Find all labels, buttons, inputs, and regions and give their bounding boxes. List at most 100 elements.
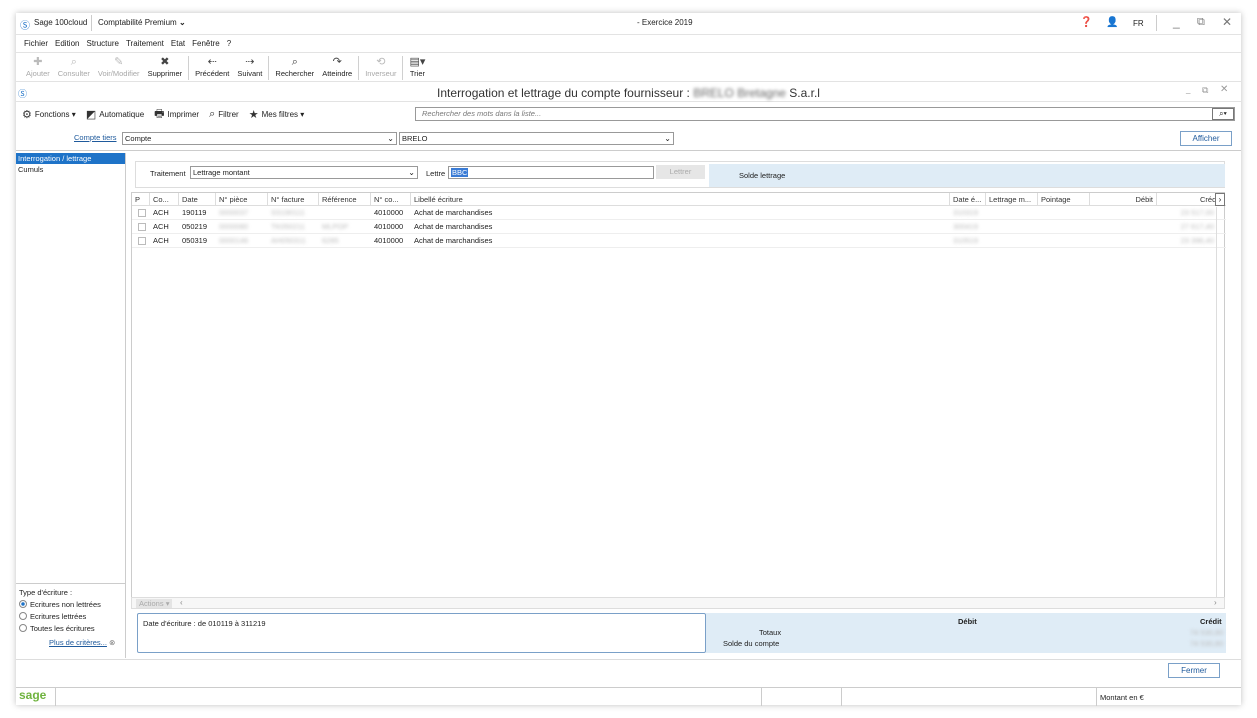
status-bar: sage Montant en €: [16, 687, 1241, 706]
search-icon: ⌕: [209, 107, 216, 120]
cell-piece: 0000080: [219, 222, 249, 231]
actions-menu-button[interactable]: Actions ▾: [136, 599, 173, 608]
plus-criteres-link[interactable]: Plus de critères...: [49, 638, 107, 647]
doc-close-icon[interactable]: ✕: [1220, 84, 1228, 95]
menu-help[interactable]: ?: [227, 39, 231, 48]
scroll-right-icon[interactable]: ›: [1214, 598, 1217, 607]
row-checkbox[interactable]: [138, 237, 146, 245]
col-libelle[interactable]: Libellé écriture: [411, 193, 950, 206]
arrow-right-icon: ⇢: [245, 56, 255, 68]
trier-button[interactable]: ▤▾ Trier: [405, 53, 429, 81]
doc-minimize-icon[interactable]: _: [1186, 85, 1190, 94]
pencil-icon: ✎: [114, 56, 124, 68]
inverseur-button[interactable]: ⟲ Inverseur: [361, 53, 400, 81]
cell-code: ACH: [153, 222, 169, 231]
grid-footer-bar: Actions ▾ ‹ ›: [131, 597, 1225, 609]
table-row[interactable]: ACH 050219 0000080 TK050211 MLPOP 4010000 Acha…: [132, 220, 1226, 234]
consulter-button[interactable]: ⌕ Consulter: [54, 53, 94, 81]
user-icon[interactable]: 👤: [1106, 17, 1118, 28]
doc-restore-icon[interactable]: ⧉: [1202, 85, 1208, 96]
voir-modifier-button[interactable]: ✎ Voir/Modifier: [94, 53, 144, 81]
col-code[interactable]: Co...: [150, 193, 179, 206]
col-debit[interactable]: Débit: [1090, 193, 1157, 206]
menu-traitement[interactable]: Traitement: [126, 39, 164, 48]
rechercher-button[interactable]: ⌕ Rechercher: [271, 53, 318, 81]
scroll-left-icon[interactable]: ‹: [180, 598, 183, 607]
product-selector[interactable]: Comptabilité Premium ⌄: [98, 18, 186, 27]
menu-fichier[interactable]: Fichier: [24, 39, 48, 48]
lettre-input[interactable]: BBC: [448, 166, 654, 179]
col-compte[interactable]: N° co...: [371, 193, 411, 206]
document-title-bar: Ⓢ Interrogation et lettrage du compte fo…: [16, 83, 1241, 102]
language-button[interactable]: FR: [1133, 19, 1144, 28]
cell-compte: 4010000: [374, 222, 404, 231]
menu-structure[interactable]: Structure: [86, 39, 118, 48]
main-window: Ⓢ Sage 100cloud Comptabilité Premium ⌄ -…: [16, 13, 1241, 706]
close-icon[interactable]: ✕: [1222, 15, 1232, 29]
chevron-down-icon: ⌄: [387, 134, 394, 143]
fonctions-button[interactable]: ⚙ Fonctions ▾: [22, 108, 76, 121]
suivant-label: Suivant: [237, 69, 263, 78]
fonctions-label: Fonctions: [34, 109, 70, 119]
col-lettrage[interactable]: Lettrage m...: [986, 193, 1038, 206]
compte-tiers-link[interactable]: Compte tiers: [74, 133, 117, 142]
star-icon: ★: [248, 108, 259, 121]
ajouter-button[interactable]: ✚ Ajouter: [22, 53, 54, 81]
filtrer-button[interactable]: ⌕ Filtrer: [209, 108, 239, 121]
col-credit[interactable]: Crédit: [1157, 193, 1224, 206]
row-checkbox[interactable]: [138, 209, 146, 217]
table-row[interactable]: ACH 050319 0000146 AH050311 6285 4010000 Achat…: [132, 234, 1226, 248]
radio-lettrees[interactable]: Ecritures lettrées: [19, 612, 126, 624]
nav-interrogation-lettrage[interactable]: Interrogation / lettrage: [16, 153, 125, 164]
minimize-icon[interactable]: _: [1173, 15, 1180, 29]
afficher-button[interactable]: Afficher: [1180, 131, 1232, 146]
col-facture[interactable]: N° facture: [268, 193, 319, 206]
cell-credit: 23 396,40: [1180, 236, 1214, 245]
help-icon[interactable]: ❓: [1080, 17, 1092, 28]
suivant-button[interactable]: ⇢ Suivant: [233, 53, 266, 81]
col-pointage[interactable]: Pointage: [1038, 193, 1090, 206]
cell-libelle: Achat de marchandises: [414, 236, 493, 245]
col-piece[interactable]: N° pièce: [216, 193, 268, 206]
traitement-select[interactable]: Lettrage montant ⌄: [190, 166, 418, 179]
fermer-button[interactable]: Fermer: [1168, 663, 1220, 678]
mes-filtres-button[interactable]: ★ Mes filtres ▾: [249, 108, 305, 121]
account-type-select[interactable]: Compte ⌄: [122, 132, 397, 145]
menu-edition[interactable]: Edition: [55, 39, 79, 48]
table-row[interactable]: ACH 190119 0000037 SS190111 4010000 Achat de …: [132, 206, 1226, 220]
row-checkbox[interactable]: [138, 223, 146, 231]
automatique-button[interactable]: ◩ Automatique: [86, 108, 144, 121]
title-suffix: S.a.r.l: [789, 86, 820, 100]
radio-label: Toutes les écritures: [30, 624, 95, 633]
supprimer-button[interactable]: ✖ Supprimer: [144, 53, 187, 81]
goto-icon: ↷: [332, 56, 342, 68]
cell-date_e: 310319: [953, 208, 979, 217]
restore-icon[interactable]: ⧉: [1197, 16, 1205, 29]
lettrer-button[interactable]: Lettrer: [656, 165, 705, 179]
list-search-input[interactable]: Rechercher des mots dans la liste...: [415, 107, 1235, 121]
radio-toutes[interactable]: Toutes les écritures: [19, 624, 126, 638]
menu-fenetre[interactable]: Fenêtre: [192, 39, 220, 48]
cell-facture: TK050211: [271, 222, 306, 231]
product-label: Comptabilité Premium: [98, 18, 177, 27]
cell-credit: 27 617,40: [1180, 222, 1214, 231]
trier-label: Trier: [409, 69, 426, 78]
menu-etat[interactable]: Etat: [171, 39, 185, 48]
col-date-echeance[interactable]: Date é...: [950, 193, 986, 206]
col-date[interactable]: Date: [179, 193, 216, 206]
precedent-button[interactable]: ⇠ Précédent: [191, 53, 233, 81]
clear-icon[interactable]: ⊗: [109, 638, 115, 647]
totals-debit-header: Débit: [958, 617, 977, 626]
totals-credit-header: Crédit: [1200, 617, 1222, 626]
imprimer-button[interactable]: 🖶 Imprimer: [154, 105, 199, 124]
col-reference[interactable]: Référence: [319, 193, 371, 206]
search-button[interactable]: ⌕▾: [1212, 108, 1234, 120]
col-p[interactable]: P: [132, 193, 150, 206]
nav-cumuls[interactable]: Cumuls: [16, 164, 125, 175]
atteindre-button[interactable]: ↷ Atteindre: [318, 53, 356, 81]
auto-icon: ◩: [85, 108, 97, 121]
radio-non-lettrees[interactable]: Ecritures non lettrées: [19, 600, 126, 612]
vertical-scrollbar[interactable]: [1216, 207, 1225, 607]
scroll-right-icon[interactable]: ›: [1215, 193, 1225, 206]
account-value-select[interactable]: BRELO ⌄: [399, 132, 674, 145]
